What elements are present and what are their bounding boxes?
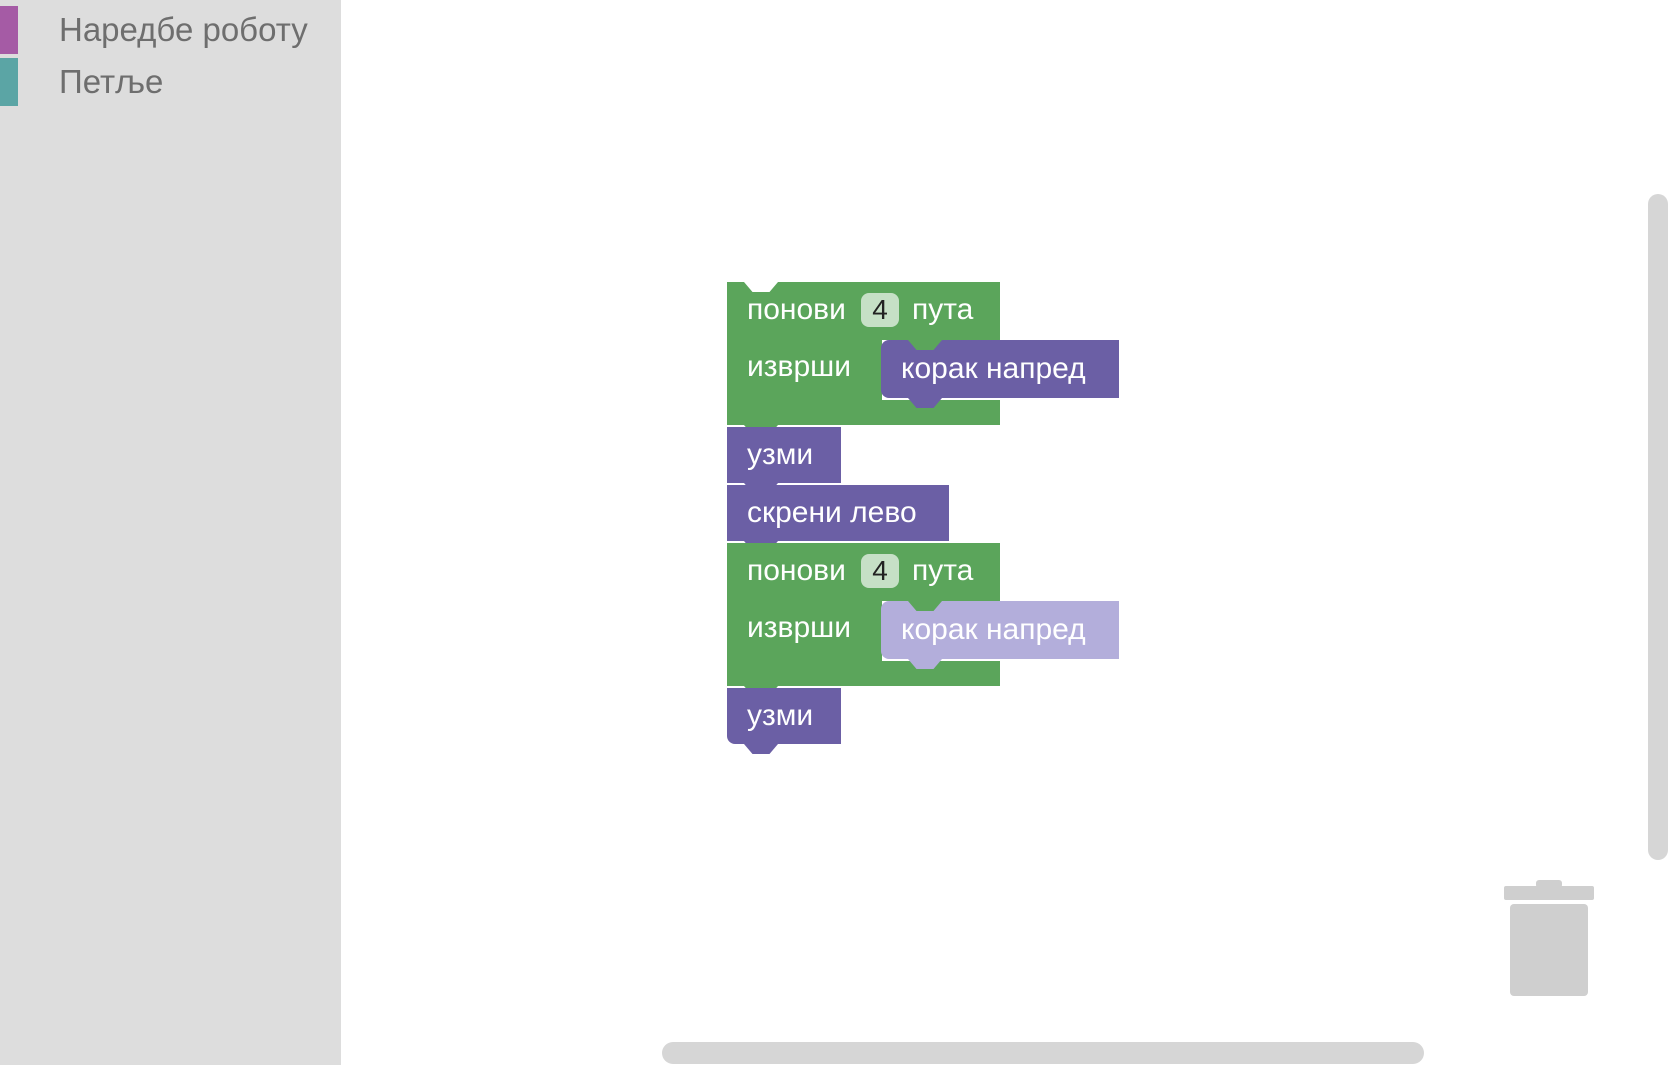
repeat-label: понови — [747, 293, 846, 326]
do-label: изврши — [747, 611, 851, 644]
take-block[interactable]: узми — [727, 688, 841, 744]
block-label: корак напред — [901, 613, 1086, 646]
category-label: Петље — [59, 63, 164, 100]
block-label: узми — [747, 699, 814, 732]
times-label: пута — [912, 293, 974, 326]
toolbox: Наредбе роботу Петље — [0, 0, 341, 1065]
step-forward-block[interactable]: корак напред — [881, 340, 1119, 398]
category-loops[interactable]: Петље — [0, 58, 341, 106]
turn-left-block[interactable]: скрени лево — [727, 485, 949, 541]
take-block[interactable]: узми — [727, 427, 841, 483]
trash-icon — [1504, 880, 1594, 996]
category-color-swatch — [0, 6, 18, 54]
workspace[interactable] — [341, 0, 1670, 1065]
connector-notch — [908, 340, 942, 350]
connector-notch — [908, 601, 942, 611]
block-label: узми — [747, 438, 814, 471]
times-label: пута — [912, 554, 974, 587]
repeat-label: понови — [747, 554, 846, 587]
block-label: корак напред — [901, 352, 1086, 385]
category-color-swatch — [0, 58, 18, 106]
category-robot-commands[interactable]: Наредбе роботу — [0, 6, 341, 54]
vertical-scrollbar[interactable] — [1648, 194, 1668, 860]
horizontal-scrollbar[interactable] — [662, 1042, 1424, 1064]
block-label: скрени лево — [747, 496, 917, 529]
connector-notch — [744, 282, 778, 292]
repeat-count-field[interactable]: 4 — [861, 554, 899, 588]
trash-can[interactable] — [1502, 878, 1596, 998]
repeat-count-field[interactable]: 4 — [861, 293, 899, 327]
step-forward-block-disabled[interactable]: корак напред — [881, 601, 1119, 659]
do-label: изврши — [747, 350, 851, 383]
category-label: Наредбе роботу — [59, 11, 308, 48]
